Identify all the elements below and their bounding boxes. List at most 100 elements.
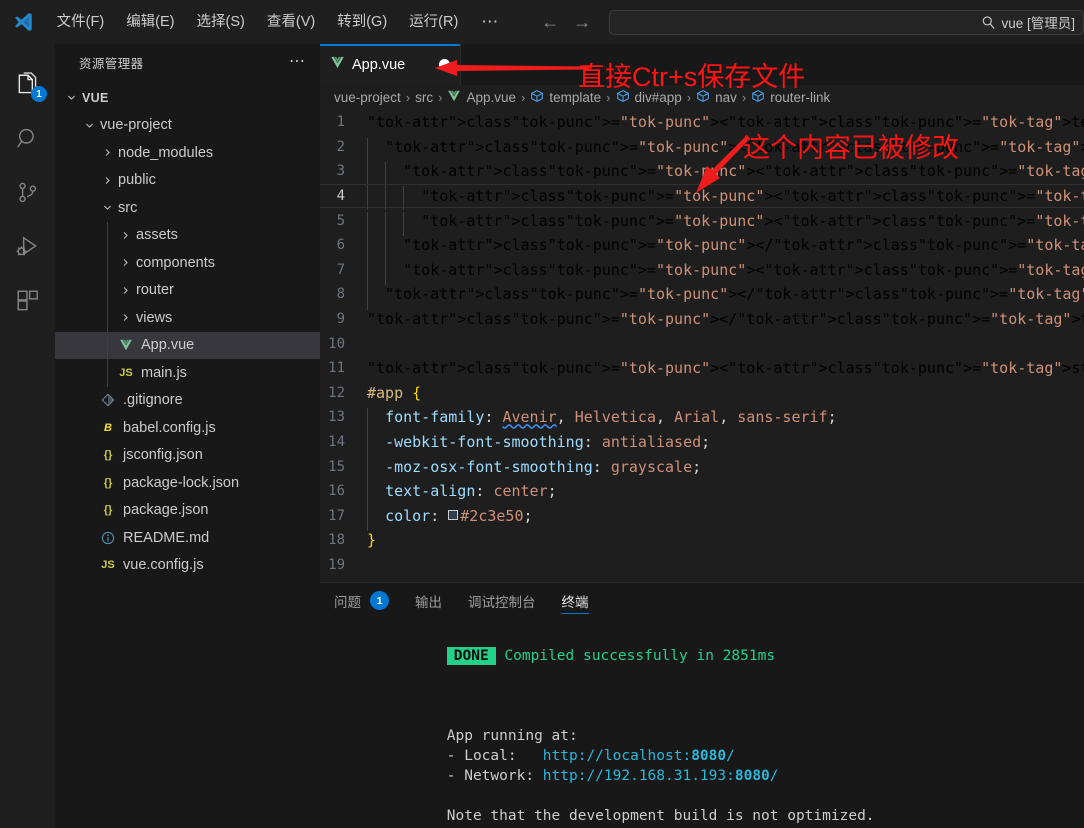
code-line[interactable]: 4 "tok-attr">class"tok-punc">="tok-punc"… (320, 183, 1084, 211)
code-line[interactable]: 16 text-align: center; (320, 479, 1084, 507)
color-swatch[interactable] (448, 510, 459, 521)
code-line[interactable]: 8 "tok-attr">class"tok-punc">="tok-punc"… (320, 282, 1084, 311)
breadcrumb-item-template[interactable]: template (530, 89, 601, 106)
tree-file-vue-config-js[interactable]: JS vue.config.js (55, 552, 320, 580)
code-line[interactable]: 1 "tok-attr">class"tok-punc">="tok-punc">… (320, 110, 1084, 135)
code-text: "tok-attr">class"tok-punc">="tok-punc"><… (367, 236, 1084, 261)
terminal-output[interactable]: DONE Compiled successfully in 2851ms App… (320, 618, 1084, 828)
tree-file-package-lock-json[interactable]: {} package-lock.json (55, 469, 320, 497)
panel-tab-problems[interactable]: 问题 1 (334, 583, 389, 618)
tree-folder-assets[interactable]: assets (55, 221, 320, 249)
menu-file[interactable]: 文件(F) (46, 9, 116, 36)
code-line[interactable]: 15 -moz-osx-font-smoothing: grayscale; (320, 454, 1084, 483)
chevron-down-icon[interactable] (81, 120, 97, 131)
breadcrumb-item-src[interactable]: src (415, 90, 433, 105)
run-debug-icon (16, 236, 37, 256)
panel-tab-debug-console[interactable]: 调试控制台 (468, 583, 536, 618)
code-line[interactable]: 6 "tok-attr">class"tok-punc">="tok-punc"… (320, 233, 1084, 261)
code-editor[interactable]: 1 "tok-attr">class"tok-punc">="tok-punc">… (320, 110, 1084, 582)
vue-icon (117, 338, 135, 352)
tree-file-gitignore[interactable]: .gitignore (55, 387, 320, 415)
tree-item-label: vue.config.js (123, 557, 204, 574)
line-number: 1 (336, 114, 345, 131)
code-text: "tok-attr">class"tok-punc">="tok-punc"><… (367, 211, 1084, 237)
code-line[interactable]: 5 "tok-attr">class"tok-punc">="tok-punc"… (320, 208, 1084, 237)
tree-folder-public[interactable]: public (55, 167, 320, 195)
tree-item-label: node_modules (118, 144, 214, 161)
code-line[interactable]: 17 color: #2c3e50; (320, 504, 1084, 532)
arrow-left-icon[interactable]: ← (541, 13, 559, 31)
explorer-sidebar: 资源管理器 ⋯ VUE vue-project node_modulespublic… (55, 44, 320, 828)
command-center-search[interactable]: vue [管理员] (609, 9, 1084, 35)
tree-file-main-js[interactable]: JS main.js (55, 359, 320, 387)
done-badge: DONE (446, 647, 496, 665)
sidebar-title: 资源管理器 (79, 56, 144, 71)
breadcrumb-item-app-vue[interactable]: App.vue (447, 89, 516, 106)
chevron-right-icon[interactable] (99, 147, 115, 158)
menu-view[interactable]: 查看(V) (256, 9, 326, 36)
symbol-icon (751, 89, 765, 106)
tree-file-jsconfig-json[interactable]: {} jsconfig.json (55, 442, 320, 470)
breadcrumb-item-vue-project[interactable]: vue-project (334, 90, 401, 105)
menu-edit[interactable]: 编辑(E) (115, 9, 185, 36)
js-icon: JS (101, 559, 115, 572)
tree-file-package-json[interactable]: {} package.json (55, 497, 320, 525)
chevron-right-icon[interactable] (99, 175, 115, 186)
arrow-right-icon[interactable]: → (573, 13, 591, 31)
activity-item-run-debug[interactable] (0, 220, 55, 274)
code-line[interactable]: 3 "tok-attr">class"tok-punc">="tok-punc"… (320, 159, 1084, 188)
menu-run[interactable]: 运行(R) (398, 9, 469, 36)
tree-file-babel-config-js[interactable]: Bbabel.config.js (55, 414, 320, 442)
tree-folder-components[interactable]: components (55, 249, 320, 277)
menu-more[interactable]: ⋯ (469, 9, 511, 35)
tree-folder-node-modules[interactable]: node_modules (55, 139, 320, 167)
tab-app-vue[interactable]: App.vue (320, 44, 461, 85)
code-line[interactable]: 9 "tok-attr">class"tok-punc">="tok-punc">… (320, 307, 1084, 332)
activity-item-search[interactable] (0, 112, 55, 166)
activity-item-extensions[interactable] (0, 274, 55, 328)
breadcrumb-label: router-link (770, 90, 831, 105)
tree-folder-vue-project[interactable]: vue-project (55, 112, 320, 140)
panel-tab-output[interactable]: 输出 (415, 583, 442, 618)
activity-item-source-control[interactable] (0, 166, 55, 220)
code-line[interactable]: 7 "tok-attr">class"tok-punc">="tok-punc"… (320, 258, 1084, 286)
chevron-right-icon[interactable] (117, 230, 133, 241)
line-number: 3 (336, 163, 345, 180)
ellipsis-icon[interactable]: ⋯ (289, 54, 306, 69)
code-line[interactable]: 13 font-family: Avenir, Helvetica, Arial… (320, 405, 1084, 434)
tree-folder-src[interactable]: src (55, 194, 320, 222)
code-line[interactable]: 12 #app { (320, 381, 1084, 406)
code-line[interactable]: 11 "tok-attr">class"tok-punc">="tok-punc"… (320, 356, 1084, 381)
menu-selection[interactable]: 选择(S) (186, 9, 256, 36)
breadcrumb-item-div-app[interactable]: div#app (616, 89, 682, 106)
code-line[interactable]: 19 (320, 553, 1084, 578)
menu-bar[interactable]: 文件(F) 编辑(E) 选择(S) 查看(V) 转到(G) 运行(R) ⋯ (46, 9, 512, 36)
chevron-down-icon[interactable] (63, 92, 79, 103)
tab-dirty-indicator[interactable] (439, 59, 450, 70)
breadcrumb-item-router-link[interactable]: router-link (751, 89, 830, 106)
search-icon (16, 128, 34, 148)
code-line[interactable]: 2 "tok-attr">class"tok-punc">="tok-punc"… (320, 135, 1084, 163)
terminal-line-note: Note that the development build is not o… (446, 808, 875, 824)
chevron-right-icon[interactable] (117, 312, 133, 323)
code-text: "tok-attr">class"tok-punc">="tok-punc"><… (367, 310, 1084, 329)
chevron-right-icon[interactable] (117, 257, 133, 268)
code-line[interactable]: 10 (320, 331, 1084, 356)
chevron-down-icon[interactable] (99, 202, 115, 213)
tree-folder-router[interactable]: router (55, 276, 320, 304)
tree-folder-views[interactable]: views (55, 304, 320, 332)
panel-tab-terminal[interactable]: 终端 (561, 583, 589, 618)
chevron-right-icon[interactable] (117, 285, 133, 296)
code-line[interactable]: 14 -webkit-font-smoothing: antialiased; (320, 430, 1084, 458)
menu-go[interactable]: 转到(G) (326, 9, 398, 36)
network-url[interactable]: http://192.168.31.193: (543, 768, 735, 784)
tree-item-label: jsconfig.json (123, 447, 203, 464)
tree-file-readme-md[interactable]: README.md (55, 524, 320, 552)
line-number: 5 (336, 212, 345, 229)
breadcrumb-item-nav[interactable]: nav (696, 89, 737, 106)
local-url[interactable]: http://localhost: (543, 748, 691, 764)
code-line[interactable]: 18} (320, 528, 1084, 553)
activity-item-explorer[interactable]: 1 (0, 58, 55, 112)
tree-root-vue[interactable]: VUE (55, 84, 320, 112)
tree-file-app-vue[interactable]: App.vue (55, 331, 320, 359)
